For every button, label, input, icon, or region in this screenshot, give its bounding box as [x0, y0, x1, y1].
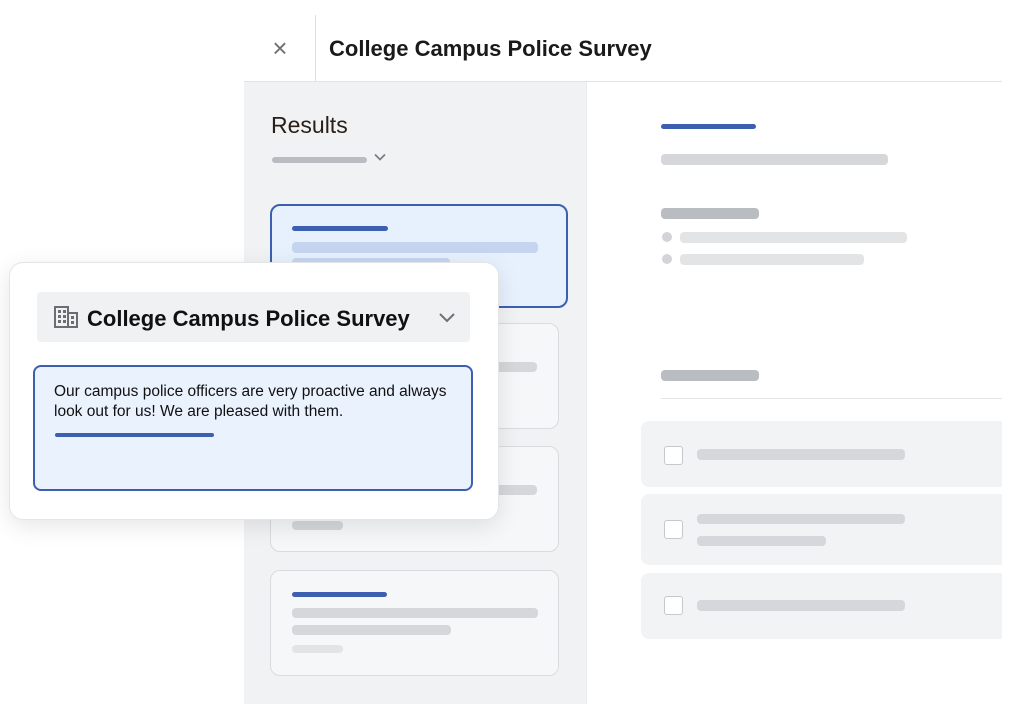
detail-subtitle-placeholder [661, 154, 888, 165]
card-meta-placeholder [292, 645, 343, 653]
card-title-placeholder [292, 226, 388, 231]
detail-section-heading-placeholder [661, 370, 759, 381]
detail-title-placeholder [661, 124, 756, 129]
result-card[interactable] [270, 570, 559, 676]
survey-select-label: College Campus Police Survey [87, 306, 410, 331]
card-title-placeholder [292, 592, 387, 597]
close-icon: × [272, 33, 288, 63]
page-title: College Campus Police Survey [329, 36, 652, 61]
detail-section-heading-placeholder [661, 208, 759, 219]
option-row[interactable] [641, 494, 1002, 565]
building-icon [53, 304, 79, 330]
option-label-placeholder [697, 536, 826, 546]
option-checkbox[interactable] [664, 596, 683, 615]
response-highlight-bar [55, 433, 214, 437]
card-line-placeholder [292, 625, 451, 635]
detail-list-item-placeholder [680, 232, 907, 243]
option-checkbox[interactable] [664, 446, 683, 465]
header-divider [315, 15, 316, 81]
option-row[interactable] [641, 421, 1002, 487]
option-label-placeholder [697, 514, 905, 524]
chevron-down-icon[interactable] [436, 306, 458, 328]
close-button[interactable]: × [262, 30, 298, 66]
response-text: Our campus police officers are very proa… [54, 383, 447, 420]
option-checkbox[interactable] [664, 520, 683, 539]
detail-list-item-placeholder [680, 254, 864, 265]
option-label-placeholder [697, 449, 905, 460]
card-line-placeholder [292, 242, 538, 253]
bullet-icon [662, 254, 672, 264]
card-meta-placeholder [292, 521, 343, 530]
results-filter-placeholder[interactable] [272, 157, 367, 163]
option-label-placeholder [697, 600, 905, 611]
section-divider [661, 398, 1002, 399]
results-heading: Results [271, 112, 348, 138]
card-line-placeholder [292, 608, 538, 618]
bullet-icon [662, 232, 672, 242]
chevron-down-icon[interactable] [372, 149, 388, 165]
option-row[interactable] [641, 573, 1002, 639]
